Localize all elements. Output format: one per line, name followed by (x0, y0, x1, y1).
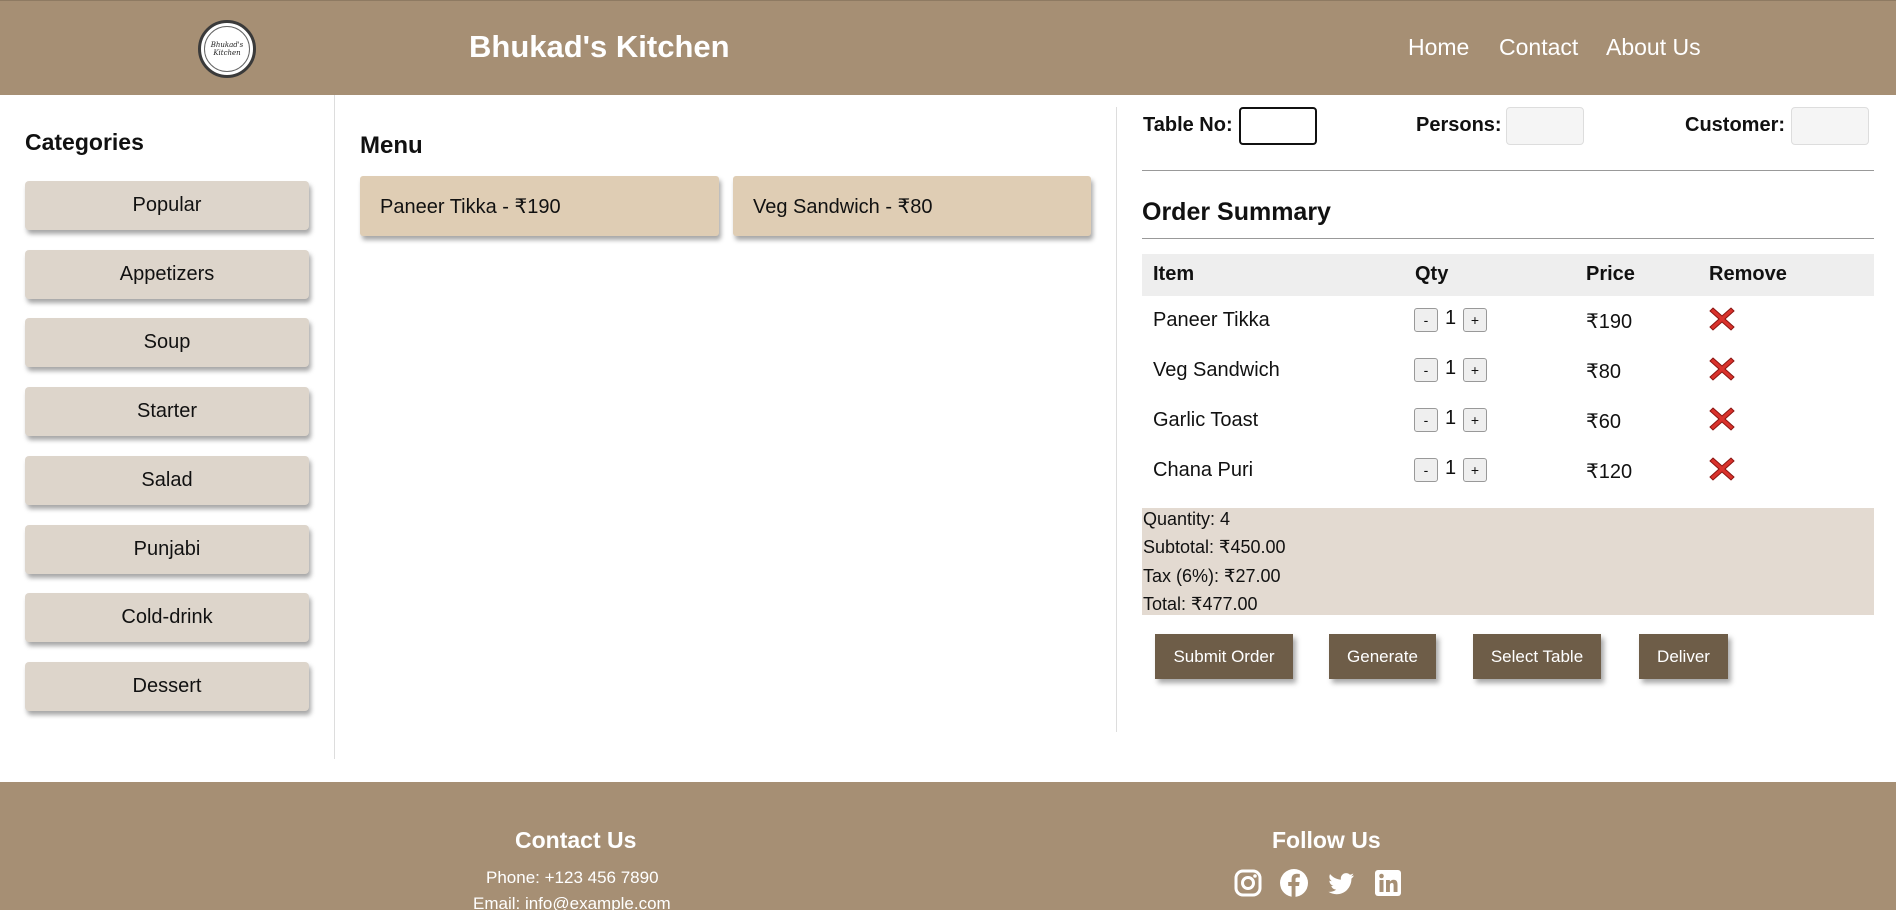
footer (0, 782, 1896, 910)
category-salad-button[interactable]: Salad (25, 456, 309, 505)
nav-contact[interactable]: Contact (1499, 34, 1578, 61)
menu-item-paneer-tikka[interactable]: Paneer Tikka - ₹190 (360, 176, 719, 236)
remove-icon[interactable] (1708, 455, 1736, 483)
item-price: ₹190 (1586, 311, 1633, 333)
generate-button[interactable]: Generate (1329, 634, 1436, 679)
header: Bhukad's Kitchen Bhukad's Kitchen Home C… (0, 0, 1896, 95)
item-price: ₹80 (1586, 361, 1621, 383)
nav-about-us[interactable]: About Us (1606, 34, 1701, 61)
divider (1116, 107, 1117, 732)
item-name: Chana Puri (1153, 459, 1254, 481)
category-soup-button[interactable]: Soup (25, 318, 309, 367)
menu-item-veg-sandwich[interactable]: Veg Sandwich - ₹80 (733, 176, 1091, 236)
nav-home[interactable]: Home (1408, 34, 1469, 61)
qty-decrease-button[interactable]: - (1414, 358, 1438, 382)
table-no-input[interactable] (1239, 107, 1317, 145)
subtotal: Subtotal: ₹450.00 (1143, 537, 1286, 557)
divider (1142, 238, 1874, 239)
logo-text: Bhukad's Kitchen (204, 26, 250, 72)
qty-increase-button[interactable]: + (1463, 408, 1487, 432)
deliver-button[interactable]: Deliver (1639, 634, 1728, 679)
header-price: Price (1586, 263, 1635, 285)
customer-label: Customer: (1685, 114, 1786, 136)
customer-input[interactable] (1791, 107, 1869, 145)
linkedin-icon[interactable] (1373, 868, 1403, 898)
header-item: Item (1153, 263, 1195, 285)
categories-title: Categories (25, 129, 144, 155)
remove-icon[interactable] (1708, 305, 1736, 333)
follow-us-title: Follow Us (1272, 827, 1381, 853)
select-table-button[interactable]: Select Table (1473, 634, 1601, 679)
logo[interactable]: Bhukad's Kitchen (198, 20, 256, 78)
qty-decrease-button[interactable]: - (1414, 308, 1438, 332)
order-summary-title: Order Summary (1142, 198, 1331, 226)
qty-increase-button[interactable]: + (1463, 458, 1487, 482)
grand-total: Total: ₹477.00 (1143, 594, 1258, 614)
category-starter-button[interactable]: Starter (25, 387, 309, 436)
twitter-icon[interactable] (1326, 868, 1356, 898)
item-name: Veg Sandwich (1153, 359, 1280, 381)
qty-value: 1 (1445, 407, 1457, 429)
submit-order-button[interactable]: Submit Order (1155, 634, 1293, 679)
remove-icon[interactable] (1708, 355, 1736, 383)
qty-decrease-button[interactable]: - (1414, 458, 1438, 482)
category-punjabi-button[interactable]: Punjabi (25, 525, 309, 574)
qty-value: 1 (1445, 307, 1457, 329)
divider (1142, 170, 1874, 171)
qty-increase-button[interactable]: + (1463, 358, 1487, 382)
contact-us-title: Contact Us (515, 827, 637, 853)
instagram-icon[interactable] (1233, 868, 1263, 898)
quantity-total: Quantity: 4 (1143, 509, 1231, 529)
item-price: ₹120 (1586, 461, 1633, 483)
qty-value: 1 (1445, 357, 1457, 379)
persons-label: Persons: (1416, 114, 1502, 136)
category-appetizers-button[interactable]: Appetizers (25, 250, 309, 299)
persons-input[interactable] (1506, 107, 1584, 145)
contact-phone: Phone: +123 456 7890 (486, 868, 659, 887)
header-qty: Qty (1415, 263, 1449, 285)
category-popular-button[interactable]: Popular (25, 181, 309, 230)
facebook-icon[interactable] (1279, 868, 1309, 898)
header-remove: Remove (1709, 263, 1787, 285)
qty-decrease-button[interactable]: - (1414, 408, 1438, 432)
item-name: Garlic Toast (1153, 409, 1259, 431)
contact-email: Email: info@example.com (473, 894, 671, 910)
qty-value: 1 (1445, 457, 1457, 479)
tax: Tax (6%): ₹27.00 (1143, 566, 1281, 586)
category-dessert-button[interactable]: Dessert (25, 662, 309, 711)
qty-increase-button[interactable]: + (1463, 308, 1487, 332)
item-name: Paneer Tikka (1153, 309, 1270, 331)
table-no-label: Table No: (1143, 114, 1233, 136)
item-price: ₹60 (1586, 411, 1621, 433)
remove-icon[interactable] (1708, 405, 1736, 433)
menu-title: Menu (360, 132, 423, 159)
brand-title: Bhukad's Kitchen (469, 29, 730, 64)
category-cold-drink-button[interactable]: Cold-drink (25, 593, 309, 642)
